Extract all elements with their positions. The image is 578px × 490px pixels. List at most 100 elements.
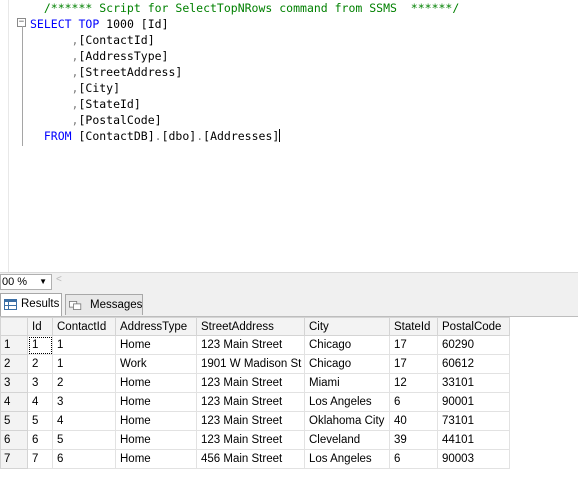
table-cell[interactable]: 6 bbox=[389, 449, 438, 469]
table-cell[interactable]: 60290 bbox=[437, 335, 510, 355]
table-cell[interactable]: Work bbox=[115, 354, 197, 374]
results-tabs: Results Messages bbox=[0, 290, 578, 317]
table-cell[interactable]: 5 bbox=[27, 411, 53, 431]
table-cell[interactable]: Home bbox=[115, 335, 197, 355]
table-cell[interactable]: 123 Main Street bbox=[196, 335, 305, 355]
table-cell[interactable]: Home bbox=[115, 449, 197, 469]
table-cell[interactable]: 3 bbox=[27, 373, 53, 393]
table-cell[interactable]: Home bbox=[115, 373, 197, 393]
table-cell[interactable]: 90001 bbox=[437, 392, 510, 412]
table-cell[interactable]: 40 bbox=[389, 411, 438, 431]
table-cell[interactable]: 1 bbox=[27, 335, 53, 355]
column-header[interactable]: PostalCode bbox=[437, 317, 510, 336]
table-cell[interactable]: 39 bbox=[389, 430, 438, 450]
code-token: [City] bbox=[78, 81, 121, 95]
tab-messages[interactable]: Messages bbox=[65, 294, 143, 315]
code-token: [ContactDB] bbox=[78, 129, 155, 143]
zoom-dropdown[interactable]: 00 % ▼ bbox=[0, 274, 52, 290]
message-icon bbox=[69, 301, 82, 310]
corner-cell[interactable] bbox=[0, 317, 28, 336]
column-header[interactable]: City bbox=[304, 317, 390, 336]
table-cell[interactable]: 1901 W Madison St bbox=[196, 354, 305, 374]
table-cell[interactable]: 2 bbox=[27, 354, 53, 374]
table-row[interactable]: 5 5 4 Home 123 Main Street Oklahoma City 40 731… bbox=[0, 411, 510, 431]
table-cell[interactable]: Oklahoma City bbox=[304, 411, 390, 431]
table-cell[interactable]: 456 Main Street bbox=[196, 449, 305, 469]
table-cell[interactable]: 44101 bbox=[437, 430, 510, 450]
table-cell[interactable]: 4 bbox=[27, 392, 53, 412]
table-cell[interactable]: 33101 bbox=[437, 373, 510, 393]
column-header[interactable]: AddressType bbox=[115, 317, 197, 336]
table-cell[interactable]: Los Angeles bbox=[304, 392, 390, 412]
column-header[interactable]: ContactId bbox=[52, 317, 116, 336]
row-header[interactable]: 7 bbox=[0, 449, 28, 469]
code-token: [Addresses] bbox=[203, 129, 280, 143]
row-header[interactable]: 6 bbox=[0, 430, 28, 450]
table-cell[interactable]: 4 bbox=[52, 411, 116, 431]
code-token: , bbox=[30, 97, 79, 111]
table-cell[interactable]: Miami bbox=[304, 373, 390, 393]
table-row[interactable]: 3 3 2 Home 123 Main Street Miami 12 33101 bbox=[0, 373, 510, 393]
column-header[interactable]: StateId bbox=[389, 317, 438, 336]
table-cell[interactable]: 123 Main Street bbox=[196, 430, 305, 450]
code-token: [Id] bbox=[140, 17, 169, 31]
grid-body: 1 1 1 Home 123 Main Street Chicago 17 60290 2 2 1 W… bbox=[0, 335, 510, 469]
scroll-left-icon[interactable]: < bbox=[56, 274, 62, 285]
table-row[interactable]: 2 2 1 Work 1901 W Madison St Chicago 17 60612 bbox=[0, 354, 510, 374]
table-cell[interactable]: 6 bbox=[52, 449, 116, 469]
row-header[interactable]: 2 bbox=[0, 354, 28, 374]
table-cell[interactable]: 123 Main Street bbox=[196, 373, 305, 393]
table-cell[interactable]: 123 Main Street bbox=[196, 392, 305, 412]
table-cell[interactable]: Chicago bbox=[304, 354, 390, 374]
query-editor[interactable]: − /****** Script for SelectTopNRows comm… bbox=[0, 0, 578, 272]
table-cell[interactable]: 123 Main Street bbox=[196, 411, 305, 431]
table-cell[interactable]: Los Angeles bbox=[304, 449, 390, 469]
tab-messages-label: Messages bbox=[90, 299, 143, 311]
table-cell[interactable]: Home bbox=[115, 411, 197, 431]
table-row[interactable]: 1 1 1 Home 123 Main Street Chicago 17 60290 bbox=[0, 335, 510, 355]
table-cell[interactable]: 90003 bbox=[437, 449, 510, 469]
tab-results[interactable]: Results bbox=[0, 293, 62, 316]
chevron-down-icon: ▼ bbox=[39, 277, 47, 286]
results-grid[interactable]: Id ContactId AddressType StreetAddress City S… bbox=[0, 317, 578, 469]
code-token: FROM bbox=[30, 129, 79, 143]
table-row[interactable]: 6 6 5 Home 123 Main Street Cleveland 39 44101 bbox=[0, 430, 510, 450]
row-header[interactable]: 3 bbox=[0, 373, 28, 393]
row-header[interactable]: 5 bbox=[0, 411, 28, 431]
table-cell[interactable]: 60612 bbox=[437, 354, 510, 374]
row-header[interactable]: 1 bbox=[0, 335, 28, 355]
table-cell[interactable]: Chicago bbox=[304, 335, 390, 355]
header-row: Id ContactId AddressType StreetAddress City S… bbox=[0, 317, 510, 336]
table-row[interactable]: 4 4 3 Home 123 Main Street Los Angeles 6 90001 bbox=[0, 392, 510, 412]
table-cell[interactable]: 6 bbox=[27, 430, 53, 450]
table-cell[interactable]: Cleveland bbox=[304, 430, 390, 450]
table-cell[interactable]: 17 bbox=[389, 335, 438, 355]
code-token: [StreetAddress] bbox=[78, 65, 183, 79]
table-row[interactable]: 7 7 6 Home 456 Main Street Los Angeles 6 90003 bbox=[0, 449, 510, 469]
table-cell[interactable]: Home bbox=[115, 392, 197, 412]
code-line: ,[StreetAddress] bbox=[30, 64, 459, 80]
sql-code[interactable]: /****** Script for SelectTopNRows comman… bbox=[30, 0, 459, 144]
table-cell[interactable]: 7 bbox=[27, 449, 53, 469]
code-token: SELECT bbox=[30, 17, 79, 31]
table-cell[interactable]: Home bbox=[115, 430, 197, 450]
row-header[interactable]: 4 bbox=[0, 392, 28, 412]
code-token: [StateId] bbox=[78, 97, 141, 111]
code-line: FROM [ContactDB].[dbo].[Addresses] bbox=[30, 128, 459, 144]
table-cell[interactable]: 1 bbox=[52, 335, 116, 355]
table-cell[interactable]: 12 bbox=[389, 373, 438, 393]
table-cell[interactable]: 6 bbox=[389, 392, 438, 412]
code-line: ,[AddressType] bbox=[30, 48, 459, 64]
table-cell[interactable]: 3 bbox=[52, 392, 116, 412]
table-cell[interactable]: 5 bbox=[52, 430, 116, 450]
column-header[interactable]: Id bbox=[27, 317, 53, 336]
code-token: TOP bbox=[78, 17, 107, 31]
code-line: ,[City] bbox=[30, 80, 459, 96]
table-cell[interactable]: 17 bbox=[389, 354, 438, 374]
table-cell[interactable]: 1 bbox=[52, 354, 116, 374]
table-cell[interactable]: 73101 bbox=[437, 411, 510, 431]
table-cell[interactable]: 2 bbox=[52, 373, 116, 393]
editor-gutter bbox=[0, 0, 9, 272]
column-header[interactable]: StreetAddress bbox=[196, 317, 305, 336]
results-table: Id ContactId AddressType StreetAddress City S… bbox=[0, 317, 510, 469]
